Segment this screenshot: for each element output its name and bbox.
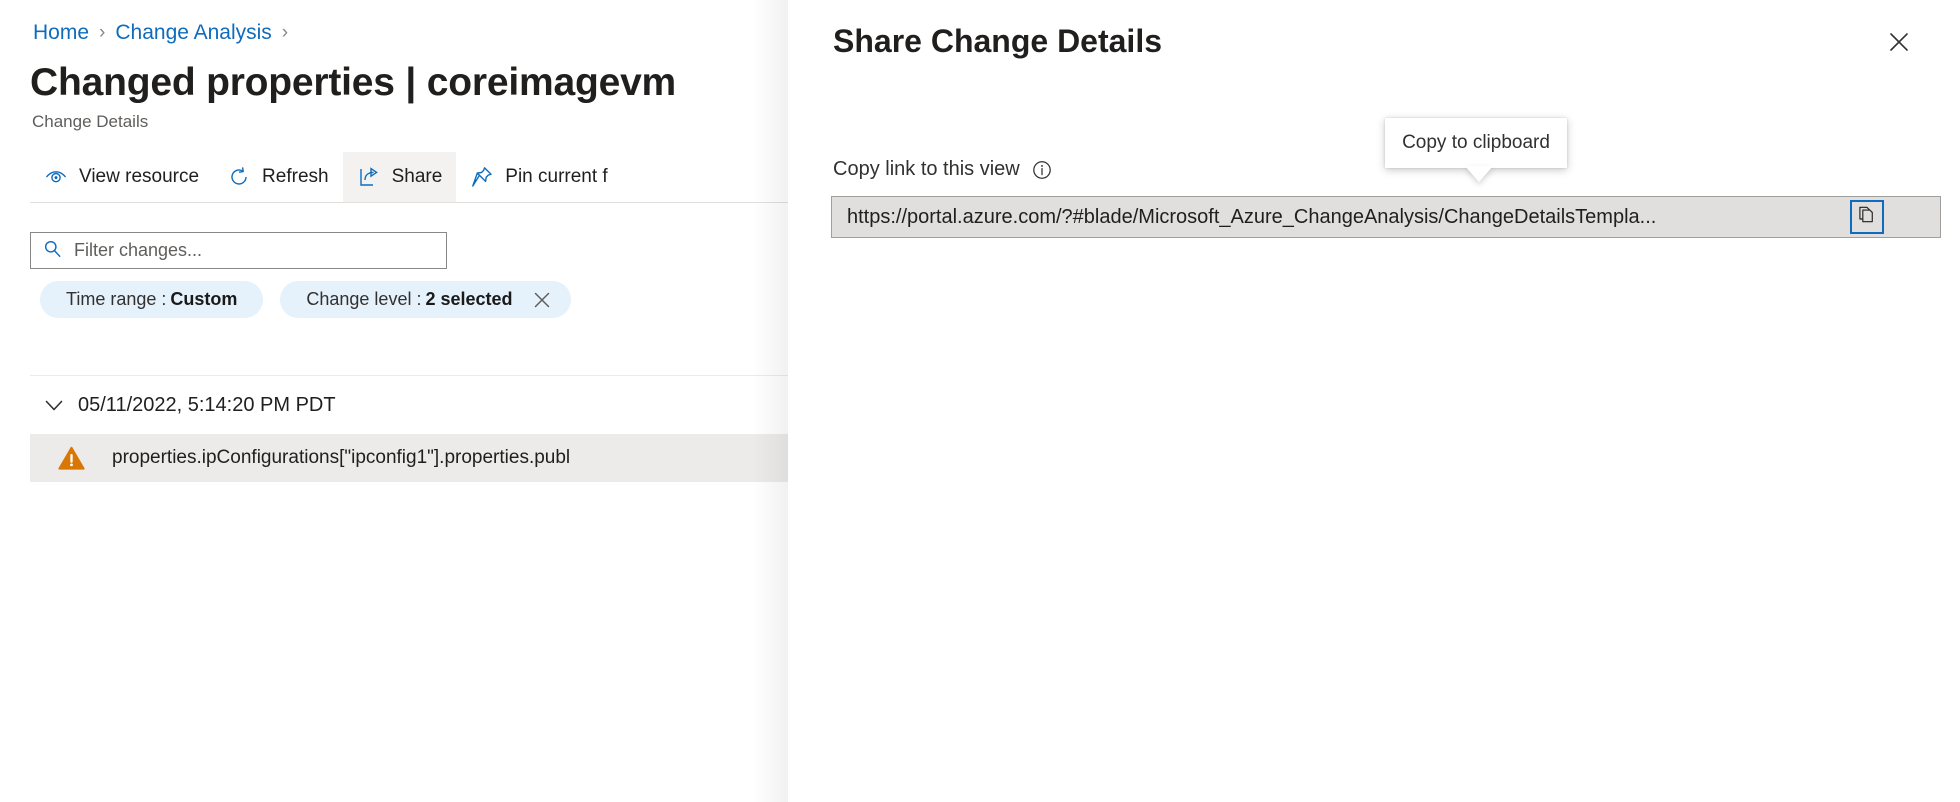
warning-triangle-icon	[30, 445, 112, 472]
filter-chip-list: Time range : Custom Change level : 2 sel…	[40, 281, 571, 318]
breadcrumb: Home › Change Analysis ›	[33, 20, 298, 46]
breadcrumb-separator-icon: ›	[99, 22, 106, 43]
command-bar: View resource Refresh Share Pin current …	[30, 152, 622, 202]
copy-link-label-group: Copy link to this view	[833, 158, 1053, 181]
command-bar-divider	[30, 202, 805, 203]
table-row[interactable]: properties.ipConfigurations["ipconfig1"]…	[30, 434, 805, 482]
change-group-timestamp: 05/11/2022, 5:14:20 PM PDT	[78, 393, 336, 416]
filter-chip-change-level[interactable]: Change level : 2 selected	[280, 281, 571, 318]
copy-icon	[1857, 205, 1877, 230]
change-property-path: properties.ipConfigurations["ipconfig1"]…	[112, 447, 571, 468]
info-circle-icon[interactable]	[1031, 159, 1053, 181]
change-details-blade: Home › Change Analysis › Changed propert…	[0, 0, 805, 802]
eye-icon	[44, 165, 68, 189]
refresh-icon	[227, 165, 251, 189]
command-pin-current-filters[interactable]: Pin current f	[456, 152, 621, 202]
close-icon[interactable]	[1877, 20, 1921, 64]
change-group-row[interactable]: 05/11/2022, 5:14:20 PM PDT	[30, 376, 805, 434]
chip-key: Time range :	[66, 289, 167, 309]
breadcrumb-separator-icon: ›	[281, 22, 289, 43]
chip-key: Change level :	[306, 289, 422, 309]
breadcrumb-item-home[interactable]: Home	[33, 20, 89, 46]
copy-to-clipboard-button[interactable]	[1850, 200, 1884, 234]
tooltip-copy-to-clipboard: Copy to clipboard	[1385, 118, 1567, 168]
command-label: Share	[391, 166, 443, 187]
search-placeholder: Filter changes...	[74, 240, 203, 260]
command-label: Refresh	[262, 166, 329, 187]
chip-remove-icon[interactable]	[531, 289, 553, 311]
chip-value: 2 selected	[425, 289, 513, 309]
tooltip-arrow-icon	[1465, 166, 1493, 182]
page-subtitle: Change Details	[32, 112, 149, 131]
pin-icon	[470, 165, 494, 189]
command-label: Pin current f	[505, 166, 608, 187]
screen-root: Home › Change Analysis › Changed propert…	[0, 0, 1960, 802]
search-icon	[43, 239, 62, 263]
share-url-input[interactable]: https://portal.azure.com/?#blade/Microso…	[831, 196, 1941, 238]
command-refresh[interactable]: Refresh	[213, 152, 343, 202]
filter-chip-time-range[interactable]: Time range : Custom	[40, 281, 264, 318]
page-title: Changed properties | coreimagevm	[30, 61, 677, 104]
command-share[interactable]: Share	[342, 152, 457, 202]
panel-title: Share Change Details	[833, 23, 1162, 59]
command-view-resource[interactable]: View resource	[30, 152, 213, 202]
copy-link-label: Copy link to this view	[833, 158, 1020, 180]
share-icon	[357, 165, 381, 189]
share-change-details-panel: Share Change Details Copy link to this v…	[788, 0, 1960, 802]
share-url-value: https://portal.azure.com/?#blade/Microso…	[847, 205, 1657, 228]
command-label: View resource	[79, 166, 200, 187]
breadcrumb-item-change-analysis[interactable]: Change Analysis	[115, 20, 271, 46]
search-input[interactable]: Filter changes...	[30, 232, 447, 269]
chip-value: Custom	[170, 289, 238, 309]
chevron-down-icon[interactable]	[30, 391, 78, 419]
